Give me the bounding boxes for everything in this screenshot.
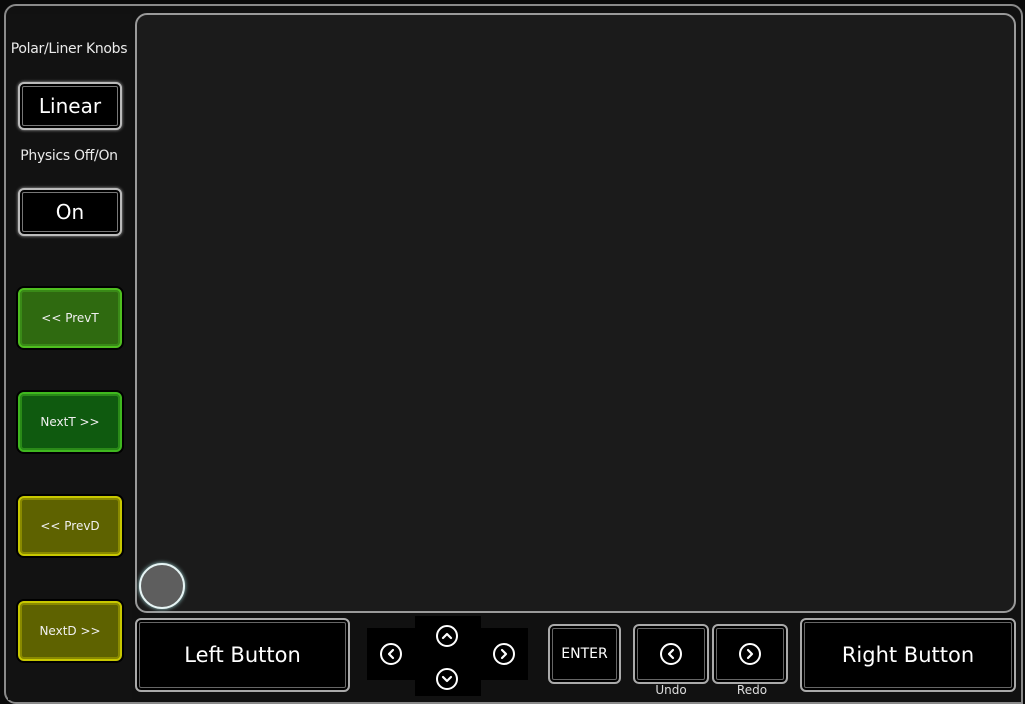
undo-label: Undo: [655, 683, 687, 697]
touch-canvas[interactable]: [135, 13, 1016, 613]
next-device-button[interactable]: NextD >>: [18, 601, 122, 661]
physics-label: Physics Off/On: [20, 148, 118, 164]
prev-track-button[interactable]: << PrevT: [18, 288, 122, 348]
next-track-button[interactable]: NextT >>: [18, 392, 122, 452]
right-arrow-icon[interactable]: [493, 643, 515, 665]
physics-toggle[interactable]: On: [18, 188, 122, 236]
knob-mode-label: Polar/Liner Knobs: [10, 41, 128, 57]
right-button[interactable]: Right Button: [800, 618, 1016, 692]
redo-button[interactable]: [712, 624, 788, 684]
drag-knob[interactable]: [139, 563, 185, 609]
undo-button[interactable]: [633, 624, 709, 684]
down-arrow-icon[interactable]: [436, 668, 458, 690]
left-button[interactable]: Left Button: [135, 618, 350, 692]
redo-icon: [739, 643, 761, 665]
undo-icon: [660, 643, 682, 665]
knob-mode-toggle[interactable]: Linear: [18, 82, 122, 130]
prev-device-button[interactable]: << PrevD: [18, 496, 122, 556]
up-arrow-icon[interactable]: [436, 625, 458, 647]
left-arrow-icon[interactable]: [380, 643, 402, 665]
enter-button[interactable]: ENTER: [548, 624, 621, 684]
redo-label: Redo: [736, 683, 768, 697]
